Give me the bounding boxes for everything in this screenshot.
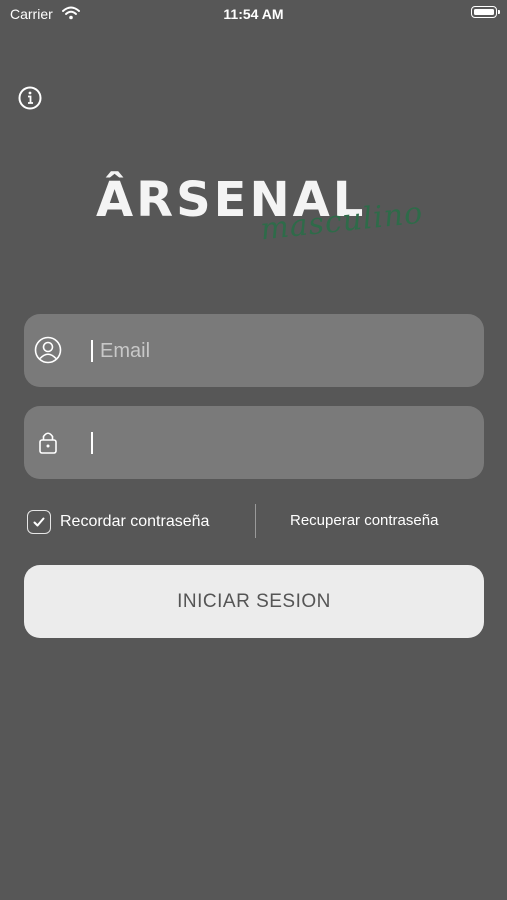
email-field[interactable]	[24, 314, 484, 387]
brand-logo: ÂRSENAL masculino	[96, 176, 425, 247]
user-icon	[34, 336, 62, 364]
divider	[255, 504, 256, 538]
login-button[interactable]: INICIAR SESION	[24, 565, 484, 638]
info-icon[interactable]	[18, 86, 42, 110]
remember-password-toggle[interactable]: Recordar contraseña	[27, 508, 209, 536]
recover-password-link[interactable]: Recuperar contraseña	[290, 512, 438, 529]
battery-icon	[471, 6, 500, 18]
checkmark-icon	[33, 517, 45, 527]
password-field[interactable]	[24, 406, 484, 479]
clock: 11:54 AM	[223, 6, 284, 22]
email-input[interactable]	[98, 330, 472, 372]
password-input[interactable]	[98, 422, 472, 464]
remember-password-label: Recordar contraseña	[60, 513, 210, 530]
remember-checkbox[interactable]	[27, 510, 51, 534]
status-bar: Carrier 11:54 AM	[0, 0, 507, 30]
lock-icon	[34, 428, 62, 456]
text-caret	[91, 432, 93, 454]
text-caret	[91, 340, 93, 362]
